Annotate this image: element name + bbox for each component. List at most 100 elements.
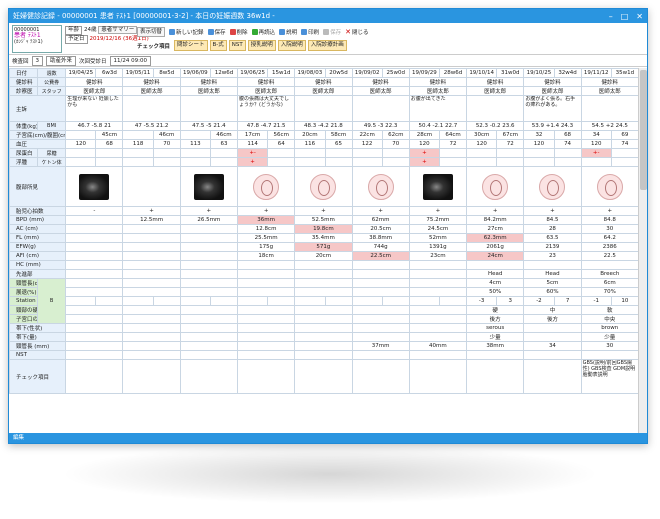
date-cell[interactable]: 19/06/25 xyxy=(236,68,269,78)
fl-cell[interactable]: 25.5mm xyxy=(236,233,296,243)
weight-cell[interactable]: 47.5 -5 21.4 xyxy=(179,121,238,131)
effacement-cell[interactable] xyxy=(122,287,181,297)
date-cell[interactable]: 19/09/29 xyxy=(408,68,441,78)
complaint-cell[interactable] xyxy=(580,95,640,122)
consent-cell[interactable]: 健診料 xyxy=(65,77,124,87)
afi-cell[interactable] xyxy=(179,251,238,261)
fl-cell[interactable]: 62.3mm xyxy=(466,233,525,243)
summary-button[interactable]: 患者サマリー xyxy=(98,26,138,34)
cervix-hardness-cell[interactable]: 軟 xyxy=(580,305,640,315)
edema-cell[interactable] xyxy=(523,157,555,167)
echo-cell[interactable] xyxy=(408,166,468,207)
urine-protein-cell[interactable]: +- xyxy=(236,148,269,158)
cervical-length-mm-cell[interactable] xyxy=(65,341,124,351)
urine-protein-cell[interactable] xyxy=(523,148,555,158)
doctor-cell[interactable]: 医師太郎 xyxy=(408,86,468,96)
discharge-amount-cell[interactable] xyxy=(236,332,296,342)
fhb-cell[interactable]: + xyxy=(408,206,468,216)
afi-cell[interactable]: 20cm xyxy=(294,251,353,261)
bp-systolic[interactable]: 116 xyxy=(294,139,326,149)
nst-cell[interactable] xyxy=(408,350,468,360)
complaint-cell[interactable] xyxy=(294,95,353,122)
fetal-diagram-image[interactable] xyxy=(367,173,394,200)
efw-cell[interactable] xyxy=(179,242,238,252)
station-cell[interactable] xyxy=(408,296,441,306)
cervix-length-cell[interactable]: 5cm xyxy=(523,278,582,288)
discharge-cell[interactable] xyxy=(179,323,238,333)
urine-protein-cell[interactable]: +- xyxy=(580,148,612,158)
efw-cell[interactable]: 1391g xyxy=(408,242,468,252)
check-button-nst[interactable]: NST xyxy=(228,40,246,51)
edema-cell[interactable]: + xyxy=(408,157,441,167)
echo-cell[interactable] xyxy=(122,166,181,207)
fhb-cell[interactable]: + xyxy=(179,206,238,216)
presentation-cell[interactable] xyxy=(408,269,468,279)
complaint-cell[interactable] xyxy=(122,95,181,122)
cervix-hardness-cell[interactable]: 硬 xyxy=(466,305,525,315)
fhb-cell[interactable]: + xyxy=(523,206,582,216)
station-cell[interactable]: -2 xyxy=(523,296,555,306)
weight-cell[interactable]: 54.5 +2 24.5 xyxy=(580,121,640,131)
cervix-hardness-cell[interactable]: 中 xyxy=(523,305,582,315)
weight-cell[interactable]: 47 -5.5 21.2 xyxy=(122,121,181,131)
bpd-cell[interactable]: 62mm xyxy=(351,215,410,225)
bp-systolic[interactable]: 118 xyxy=(122,139,154,149)
discharge-amount-cell[interactable] xyxy=(523,332,582,342)
exam-type-select[interactable]: 助産外来 xyxy=(46,55,77,66)
complaint-cell[interactable]: お腹が出てきた xyxy=(408,95,468,122)
effacement-cell[interactable]: 70% xyxy=(580,287,640,297)
cervix-position-cell[interactable] xyxy=(294,314,353,324)
scroll-thumb[interactable] xyxy=(640,70,647,190)
hc-cell[interactable] xyxy=(408,260,468,270)
cervix-position-cell[interactable] xyxy=(351,314,410,324)
check-cell[interactable] xyxy=(179,359,238,394)
maximize-icon[interactable]: □ xyxy=(621,12,629,21)
nst-cell[interactable] xyxy=(523,350,582,360)
echo-cell[interactable] xyxy=(523,166,582,207)
urine-protein-cell[interactable] xyxy=(351,148,383,158)
urine-protein-cell[interactable] xyxy=(122,148,154,158)
effacement-cell[interactable] xyxy=(65,287,124,297)
fl-cell[interactable]: 35.4mm xyxy=(294,233,353,243)
fetal-diagram-image[interactable] xyxy=(539,173,566,200)
bp-diastolic[interactable]: 63 xyxy=(209,139,238,149)
ac-cell[interactable]: 20.5cm xyxy=(351,224,410,234)
fetal-diagram-image[interactable] xyxy=(482,173,509,200)
effacement-cell[interactable] xyxy=(236,287,296,297)
next-visit-input[interactable]: 11/24 09:00 xyxy=(109,55,151,66)
doctor-cell[interactable]: 医師太郎 xyxy=(351,86,410,96)
presentation-cell[interactable] xyxy=(122,269,181,279)
discharge-cell[interactable] xyxy=(65,323,124,333)
afi-cell[interactable]: 24cm xyxy=(466,251,525,261)
discharge-amount-cell[interactable] xyxy=(65,332,124,342)
weight-cell[interactable]: 46.7 -5.8 21 xyxy=(65,121,124,131)
fl-cell[interactable]: 52mm xyxy=(408,233,468,243)
bpd-cell[interactable]: 36mm xyxy=(236,215,296,225)
weight-cell[interactable]: 47.8 -4.7 21.5 xyxy=(236,121,296,131)
cervical-length-mm-cell[interactable]: 40mm xyxy=(408,341,468,351)
cervical-length-mm-cell[interactable] xyxy=(236,341,296,351)
cervix-position-cell[interactable]: 後方 xyxy=(523,314,582,324)
discharge-amount-cell[interactable] xyxy=(122,332,181,342)
date-cell[interactable]: 19/08/03 xyxy=(294,68,326,78)
efw-cell[interactable] xyxy=(65,242,124,252)
check-cell[interactable] xyxy=(523,359,582,394)
bp-systolic[interactable]: 120 xyxy=(580,139,612,149)
consent-cell[interactable]: 健診料 xyxy=(179,77,238,87)
complaint-cell[interactable]: お腹がよく張る。右手の痺れがある。 xyxy=(523,95,582,122)
check-cell[interactable] xyxy=(466,359,525,394)
efw-cell[interactable]: 571g xyxy=(294,242,353,252)
afi-cell[interactable] xyxy=(122,251,181,261)
fhb-cell[interactable]: + xyxy=(580,206,640,216)
edema-cell[interactable] xyxy=(122,157,154,167)
fhb-cell[interactable]: - xyxy=(65,206,124,216)
check-cell[interactable] xyxy=(236,359,296,394)
hc-cell[interactable] xyxy=(466,260,525,270)
bp-systolic[interactable]: 113 xyxy=(179,139,211,149)
exam-count-input[interactable]: 3 xyxy=(31,55,44,66)
cervix-hardness-cell[interactable] xyxy=(408,305,468,315)
efw-cell[interactable]: 2061g xyxy=(466,242,525,252)
ac-cell[interactable]: 24.5cm xyxy=(408,224,468,234)
delete-button[interactable]: 削除 xyxy=(229,28,248,36)
ac-cell[interactable]: 12.8cm xyxy=(236,224,296,234)
